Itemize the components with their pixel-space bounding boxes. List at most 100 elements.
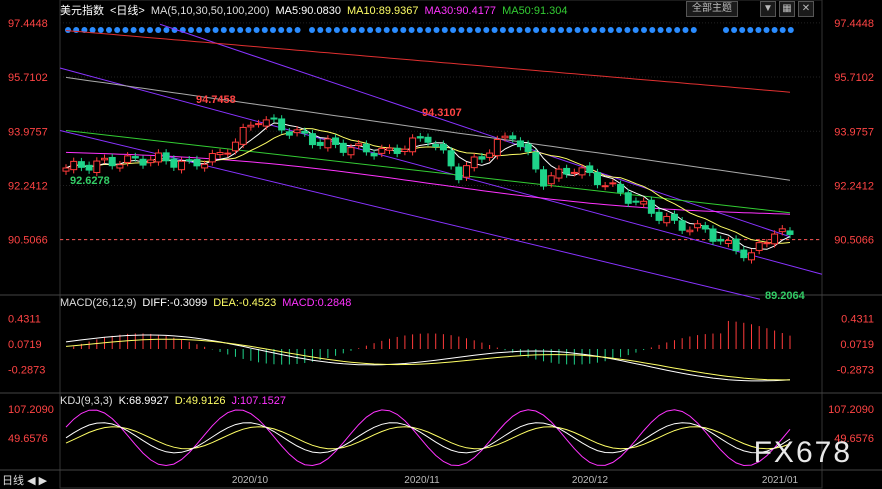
candle-body xyxy=(563,167,571,175)
ma10-value: MA10:89.9367 xyxy=(346,5,419,17)
kdj-label: KDJ(9,3,3) xyxy=(60,395,113,407)
signal-dot xyxy=(499,27,506,33)
candle-body xyxy=(632,200,640,203)
signal-dot xyxy=(286,27,293,33)
candle-body xyxy=(647,199,655,214)
signal-dot xyxy=(333,27,340,33)
signal-dot xyxy=(342,27,349,33)
signal-dot xyxy=(383,27,390,33)
signal-dot xyxy=(582,27,589,33)
signal-dot xyxy=(358,27,365,33)
macd-tick-right: -0.2873 xyxy=(837,364,874,376)
close-icon[interactable]: ✕ xyxy=(798,1,814,17)
signal-dot xyxy=(114,27,121,33)
signal-dot xyxy=(508,27,515,33)
candle-body xyxy=(578,167,586,176)
candle-body xyxy=(332,137,340,145)
signal-dot xyxy=(755,27,762,33)
date-tick: 2020/11 xyxy=(404,475,440,486)
ma30-value: MA30:90.4177 xyxy=(424,5,497,17)
signal-dot xyxy=(350,27,357,33)
candle-body xyxy=(278,118,286,131)
signal-dot xyxy=(261,27,268,33)
price-annotation: 94.7458 xyxy=(196,94,236,106)
signal-dot xyxy=(441,27,448,33)
candle-body xyxy=(455,166,463,181)
candle-body xyxy=(670,213,678,221)
signal-dot xyxy=(416,27,423,33)
signal-dot xyxy=(624,27,631,33)
candle-body xyxy=(709,228,717,242)
signal-dot xyxy=(458,27,465,33)
signal-dot xyxy=(665,27,672,33)
candle-body xyxy=(747,252,755,261)
candle-body xyxy=(316,141,324,146)
chart-canvas: 97.4448 97.4448 95.7102 95.7102 93.9757 93.97… xyxy=(0,0,882,489)
ma200-line xyxy=(65,30,791,93)
signal-dot xyxy=(317,27,324,33)
candle-body xyxy=(463,165,471,178)
price-annotation: 92.6278 xyxy=(70,175,110,187)
signal-dot xyxy=(122,27,129,33)
candle-body xyxy=(201,163,209,169)
candle-body xyxy=(362,143,370,153)
candle-body xyxy=(370,152,378,157)
period-selector[interactable]: <日线> xyxy=(110,5,145,17)
signal-dot xyxy=(229,27,235,33)
signal-dot xyxy=(237,27,244,33)
signal-dot xyxy=(433,27,440,33)
down-arrow-icon[interactable]: ▼ xyxy=(760,1,776,17)
ma50-value: MA50:91.304 xyxy=(502,5,568,17)
candle-body xyxy=(77,161,85,168)
price-tick-left: 93.9757 xyxy=(8,126,48,138)
signal-dot xyxy=(649,27,656,33)
candle-body xyxy=(609,182,617,185)
price-tick-left: 97.4448 xyxy=(8,18,48,30)
period-tab[interactable]: 日线 ◀ ▶ xyxy=(2,472,47,488)
candle-body xyxy=(101,157,109,161)
signal-dot xyxy=(466,27,473,33)
kdj-tick-left: 107.2090 xyxy=(8,404,54,416)
signal-dot xyxy=(549,27,556,33)
signal-dot xyxy=(599,27,606,33)
candle-body xyxy=(486,152,494,158)
signal-dot xyxy=(682,27,689,33)
candle-body xyxy=(347,147,355,156)
candle-body xyxy=(694,223,702,229)
signal-dot xyxy=(690,27,697,33)
signal-dot xyxy=(491,27,498,33)
candle-body xyxy=(617,183,625,193)
signal-dot xyxy=(566,27,573,33)
macd-header: MACD(26,12,9) DIFF:-0.3099 DEA:-0.4523 MACD… xyxy=(60,297,357,309)
candle-body xyxy=(208,152,216,163)
candle-body xyxy=(717,238,725,242)
candle-body xyxy=(93,160,101,174)
chart-settings-icon[interactable]: ▦ xyxy=(779,1,795,17)
candle-body xyxy=(540,169,548,187)
candle-body xyxy=(393,147,401,154)
candle-body xyxy=(686,229,694,233)
candle-body xyxy=(178,160,186,171)
candle-body xyxy=(478,156,486,160)
kdj-k-line xyxy=(65,422,791,454)
signal-dot xyxy=(245,27,252,33)
kdj-j: J:107.1527 xyxy=(231,395,286,407)
candle-body xyxy=(170,158,178,168)
signal-dot xyxy=(674,27,681,33)
theme-button[interactable]: 全部主题 xyxy=(686,1,738,17)
signal-dot xyxy=(375,27,382,33)
candle-body xyxy=(555,168,563,179)
kdj-d: D:49.9126 xyxy=(174,395,226,407)
candle-body xyxy=(301,130,309,134)
ma-label: MA(5,10,30,50,100,200) xyxy=(150,5,270,17)
candle-body xyxy=(424,136,432,143)
signal-dot xyxy=(89,27,96,33)
price-annotation: 94.3107 xyxy=(422,107,462,119)
signal-dot xyxy=(367,27,374,33)
candle-body xyxy=(162,152,170,162)
candle-body xyxy=(524,143,532,152)
candle-body xyxy=(439,143,447,151)
signal-dot xyxy=(138,27,145,33)
signal-dot xyxy=(771,27,778,33)
signal-dot xyxy=(731,27,738,33)
